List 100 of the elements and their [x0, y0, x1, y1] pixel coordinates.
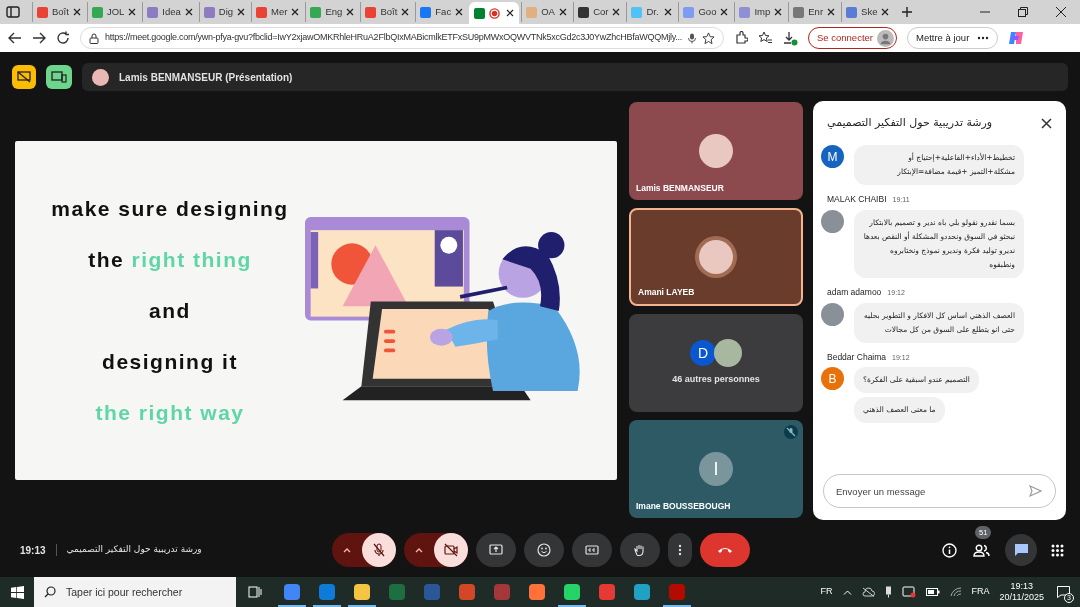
cloud-off-icon[interactable]	[861, 587, 875, 597]
back-icon[interactable]	[8, 31, 22, 45]
screen-record-icon[interactable]	[901, 586, 916, 598]
close-icon[interactable]	[827, 8, 836, 16]
wifi-icon[interactable]	[949, 587, 962, 597]
chevron-up-icon	[343, 547, 351, 553]
copilot-icon[interactable]	[1008, 30, 1025, 46]
avatar-photo-placeholder	[821, 302, 844, 326]
close-icon[interactable]	[237, 8, 246, 16]
sender-name: adam adamoo	[827, 285, 882, 299]
presenter-name: Lamis BENMANSEUR (Présentation)	[119, 70, 293, 85]
tab-actions-icon[interactable]	[6, 5, 20, 19]
browser-tab[interactable]: Cor	[573, 2, 625, 22]
close-icon[interactable]	[774, 8, 783, 16]
clock-time: 19:13	[1010, 581, 1034, 592]
camera-button[interactable]	[434, 533, 468, 567]
microphone-icon[interactable]	[688, 32, 696, 44]
present-button[interactable]	[476, 533, 516, 567]
close-icon[interactable]	[506, 9, 515, 17]
close-icon[interactable]	[881, 8, 890, 16]
present-off-button[interactable]	[12, 65, 36, 89]
reactions-button[interactable]	[524, 533, 564, 567]
browser-tab[interactable]	[469, 2, 520, 24]
tab-title: OA	[541, 4, 555, 19]
tab-title: Enr	[808, 4, 824, 19]
star-icon[interactable]	[702, 31, 715, 45]
tab-title: Goo	[698, 4, 717, 19]
sender-avatar: B	[821, 367, 844, 391]
browser-tab[interactable]: Dig	[198, 2, 250, 22]
browser-tab[interactable]: Goo	[678, 2, 733, 22]
browser-tab[interactable]: OA	[521, 2, 572, 22]
message-field[interactable]: Envoyer un message	[823, 474, 1056, 508]
browser-tab[interactable]: Boît	[360, 2, 414, 22]
avatar-photo-placeholder	[699, 240, 733, 274]
restore-icon[interactable]	[1018, 7, 1028, 17]
chevron-up-icon[interactable]	[842, 589, 852, 595]
close-icon[interactable]	[720, 8, 729, 16]
browser-tab[interactable]: Enr	[788, 2, 840, 22]
camera-off-icon	[444, 543, 458, 557]
new-tab-icon[interactable]	[901, 6, 914, 18]
close-icon[interactable]	[664, 8, 673, 16]
tab-title: Fac	[435, 4, 452, 19]
close-icon[interactable]	[1041, 117, 1052, 129]
devices-icon	[51, 71, 67, 83]
send-icon[interactable]	[1029, 485, 1042, 497]
leave-call-button[interactable]	[700, 533, 750, 567]
raise-hand-button[interactable]	[620, 533, 660, 567]
browser-tab[interactable]: Dr.	[626, 2, 677, 22]
tab-title: Ske	[861, 4, 878, 19]
close-icon[interactable]	[346, 8, 355, 16]
close-icon[interactable]	[128, 8, 137, 16]
taskbar-search-field[interactable]: Taper ici pour rechercher	[34, 577, 236, 607]
participant-initial: I	[699, 452, 733, 486]
tab-title: Imp	[754, 4, 771, 19]
tab-title: Cor	[593, 4, 609, 19]
extension-icon[interactable]	[734, 31, 748, 45]
meeting-title: ورشة تدريبية حول التفكير التصميمي	[66, 543, 202, 557]
microphone-button[interactable]	[362, 533, 396, 567]
slide-text: designing it	[102, 349, 238, 375]
browser-tab[interactable]: Boît	[32, 2, 85, 22]
tab-title: JOL	[106, 4, 125, 19]
browser-tab[interactable]: Fac	[415, 2, 468, 22]
browser-tab[interactable]: Ske	[841, 2, 894, 22]
browser-tab[interactable]: JOL	[86, 2, 141, 22]
close-icon[interactable]	[291, 8, 300, 16]
browser-tab[interactable]: Mer	[251, 2, 304, 22]
close-icon[interactable]	[455, 8, 464, 16]
reload-icon[interactable]	[56, 31, 70, 45]
close-icon[interactable]	[612, 8, 621, 16]
battery-icon[interactable]	[925, 588, 940, 596]
close-icon[interactable]	[72, 8, 81, 16]
close-icon[interactable]	[184, 8, 193, 16]
task-view-icon[interactable]	[248, 586, 262, 598]
avatar-photo-placeholder	[92, 68, 109, 86]
apps-grid-icon[interactable]	[1051, 543, 1064, 557]
devices-button[interactable]	[46, 65, 72, 89]
forward-icon[interactable]	[32, 31, 46, 45]
chat-icon	[1013, 543, 1029, 557]
avatar-photo-placeholder	[699, 134, 733, 168]
windows-logo-icon	[10, 585, 24, 599]
favorites-icon[interactable]	[758, 31, 773, 45]
browser-tab[interactable]: Eng	[305, 2, 359, 22]
close-icon[interactable]	[401, 8, 410, 16]
profile-icon	[877, 29, 894, 47]
sender-name: Beddar Chaima	[827, 350, 887, 364]
tab-title: Mer	[271, 4, 288, 19]
usb-icon[interactable]	[884, 586, 892, 598]
close-icon[interactable]	[559, 8, 568, 16]
browser-tab[interactable]: Idea	[142, 2, 197, 22]
captions-button[interactable]	[572, 533, 612, 567]
slide-text: make sure designing	[51, 196, 289, 222]
tab-title: Dr.	[646, 4, 659, 19]
browser-tab[interactable]: Imp	[734, 2, 787, 22]
close-icon[interactable]	[1056, 7, 1066, 17]
slide-text: the right way	[95, 400, 245, 426]
keyboard-layout-indicator: FRA	[971, 585, 990, 599]
chat-title: ورشة تدريبية حول التفكير التصميمي	[827, 114, 993, 131]
chat-button[interactable]	[1005, 534, 1037, 566]
download-icon[interactable]	[783, 30, 798, 46]
info-icon[interactable]	[942, 542, 957, 558]
